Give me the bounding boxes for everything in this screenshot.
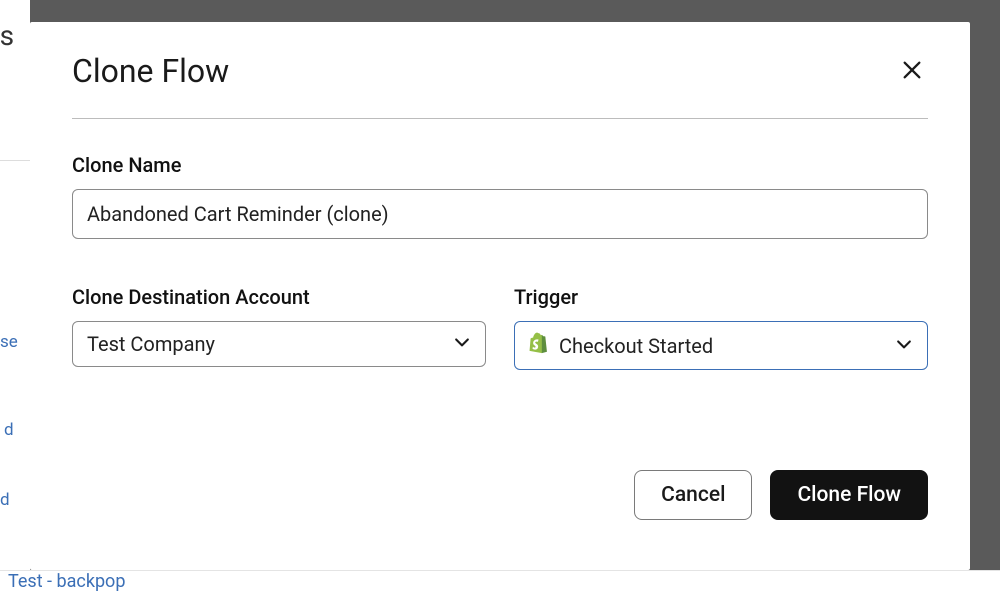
clone-name-label: Clone Name [72,153,928,177]
clone-name-input[interactable] [72,189,928,239]
close-button[interactable] [896,55,928,87]
destination-select[interactable]: Test Company [72,321,486,367]
clone-flow-modal: Clone Flow Clone Name Clone Destination … [30,22,970,570]
shopify-icon [529,332,549,359]
trigger-select[interactable]: Checkout Started [514,321,928,370]
destination-label: Clone Destination Account [72,285,486,309]
trigger-field: Trigger Checkout Started [514,285,928,370]
destination-value: Test Company [87,332,215,356]
cancel-button[interactable]: Cancel [634,470,752,520]
clone-name-field: Clone Name [72,153,928,239]
background-bottom-link: Test - backpop [0,570,1000,596]
bg-link-fragment: d [4,420,14,440]
modal-header: Clone Flow [72,52,928,119]
close-icon [901,59,923,84]
trigger-value: Checkout Started [559,334,713,358]
bg-bottom-text: Test - backpop [8,571,125,592]
destination-field: Clone Destination Account Test Company [72,285,486,370]
bg-divider [0,160,30,180]
bg-link-fragment: d [0,490,10,510]
modal-footer: Cancel Clone Flow [72,470,928,520]
trigger-label: Trigger [514,285,928,309]
modal-title: Clone Flow [72,52,229,90]
fields-row: Clone Destination Account Test Company T… [72,285,928,370]
bg-link-fragment: se [0,332,18,352]
clone-flow-button[interactable]: Clone Flow [770,470,928,520]
background-page-left: vs se d d [0,0,30,596]
bg-partial-title: vs [0,19,14,52]
